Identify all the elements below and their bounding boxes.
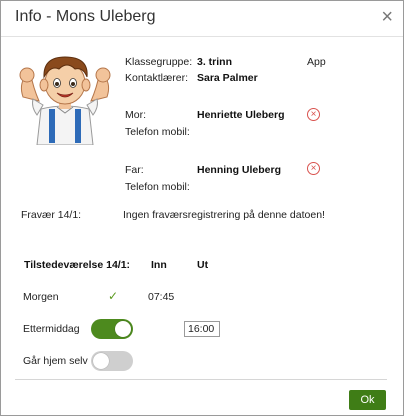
afternoon-toggle[interactable]	[91, 319, 133, 339]
mother-name: Henriette Uleberg	[197, 109, 285, 121]
absence-text: Ingen fraværsregistrering på denne datoe…	[123, 209, 325, 221]
mother-phone-label: Telefon mobil:	[125, 126, 190, 138]
absence-label: Fravær 14/1:	[21, 209, 82, 221]
father-label: Far:	[125, 164, 144, 176]
footer-divider	[15, 379, 387, 380]
afternoon-label: Ettermiddag	[23, 323, 80, 335]
toggle-knob	[93, 353, 109, 369]
dialog-header: Info - Mons Uleberg ×	[1, 1, 403, 37]
info-dialog: Info - Mons Uleberg × Klassegruppe: 3. t…	[0, 0, 404, 416]
out-column-header: Ut	[197, 259, 209, 271]
remove-mother-icon[interactable]: ×	[307, 108, 320, 121]
afternoon-out-time-input[interactable]: 16:00	[184, 321, 220, 337]
mother-label: Mor:	[125, 109, 146, 121]
contact-teacher-value: Sara Palmer	[197, 72, 258, 84]
morning-check-icon: ✓	[108, 289, 119, 303]
close-icon[interactable]: ×	[381, 7, 393, 27]
class-group-value: 3. trinn	[197, 56, 233, 68]
walks-home-label: Går hjem selv	[23, 355, 88, 367]
dialog-title: Info - Mons Uleberg	[15, 8, 156, 25]
contact-teacher-label: Kontaktlærer:	[125, 72, 189, 84]
remove-father-icon[interactable]: ×	[307, 162, 320, 175]
toggle-knob	[115, 321, 131, 337]
morning-in-time: 07:45	[148, 291, 175, 303]
avatar	[19, 56, 111, 145]
father-phone-label: Telefon mobil:	[125, 181, 190, 193]
class-group-label: Klassegruppe:	[125, 56, 193, 68]
morning-label: Morgen	[23, 291, 59, 303]
walks-home-toggle[interactable]	[91, 351, 133, 371]
app-label: App	[307, 56, 326, 68]
ok-button[interactable]: Ok	[349, 390, 386, 410]
in-column-header: Inn	[151, 259, 167, 271]
father-name: Henning Uleberg	[197, 164, 282, 176]
attendance-header: Tilstedeværelse 14/1:	[24, 259, 131, 271]
